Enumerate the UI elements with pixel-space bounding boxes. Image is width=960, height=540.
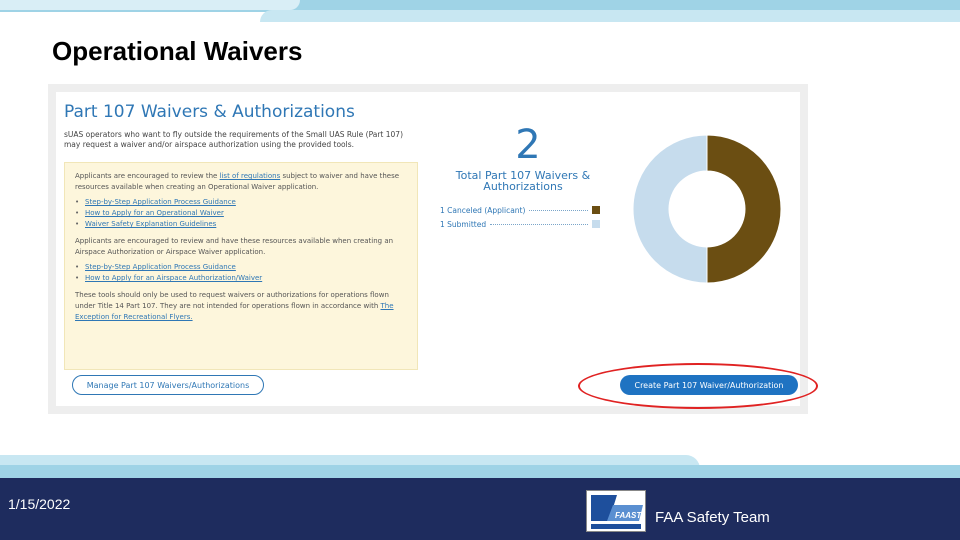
info-paragraph-3: These tools should only be used to reque… <box>75 290 407 323</box>
operational-resources-list: Step-by-Step Application Process Guidanc… <box>75 197 407 230</box>
status-donut-chart <box>632 134 782 284</box>
top-band-curve <box>0 0 300 10</box>
legend-leader <box>529 209 588 211</box>
legend-canceled: 1 Canceled (Applicant) <box>440 204 600 216</box>
legend-label: 1 Canceled (Applicant) <box>440 205 526 215</box>
faast-logo-icon: FAAST <box>587 491 645 531</box>
resource-link[interactable]: Step-by-Step Application Process Guidanc… <box>75 197 407 208</box>
resource-link[interactable]: Step-by-Step Application Process Guidanc… <box>75 262 407 273</box>
waivers-card: Part 107 Waivers & Authorizations sUAS o… <box>56 92 800 406</box>
donut-slice <box>632 134 708 284</box>
info-paragraph-2: Applicants are encouraged to review and … <box>75 237 394 256</box>
top-decorative-band <box>0 0 960 24</box>
total-count: 2 <box>515 122 541 168</box>
slide-title: Operational Waivers <box>52 36 303 66</box>
resource-link[interactable]: How to Apply for an Airspace Authorizati… <box>75 273 407 284</box>
info-p3-text: These tools should only be used to reque… <box>75 291 389 310</box>
footer-bar: 1/15/2022 FAAST FAA Safety Team <box>0 478 960 540</box>
slide-date: 1/15/2022 <box>8 496 71 512</box>
intro-text: sUAS operators who want to fly outside t… <box>64 130 403 149</box>
card-heading: Part 107 Waivers & Authorizations <box>64 102 355 122</box>
manage-waivers-button[interactable]: Manage Part 107 Waivers/Authorizations <box>72 375 264 395</box>
bottom-decorative-band <box>0 455 960 479</box>
resource-link[interactable]: How to Apply for an Operational Waiver <box>75 208 407 219</box>
bottom-band-stripe <box>0 465 960 479</box>
total-label: Total Part 107 Waivers & Authorizations <box>455 169 591 193</box>
info-paragraph-1: Applicants are encouraged to review the … <box>75 171 407 193</box>
airspace-resources-list: Step-by-Step Application Process Guidanc… <box>75 262 407 284</box>
info-box: Applicants are encouraged to review the … <box>64 162 418 370</box>
legend-label: 1 Submitted <box>440 219 487 229</box>
org-name: FAA Safety Team <box>655 509 770 526</box>
donut-slice <box>706 134 782 284</box>
legend-swatch <box>592 220 600 228</box>
info-p1-text: Applicants are encouraged to review the <box>75 172 220 180</box>
faast-logo: FAAST <box>586 490 646 532</box>
legend-leader <box>490 223 588 225</box>
highlight-annotation <box>578 363 818 409</box>
top-band-light-stripe <box>260 10 960 22</box>
legend-submitted: 1 Submitted <box>440 218 600 230</box>
legend-swatch <box>592 206 600 214</box>
svg-text:FAAST: FAAST <box>615 511 642 520</box>
resource-link[interactable]: Waiver Safety Explanation Guidelines <box>75 219 407 230</box>
regulations-link[interactable]: list of regulations <box>220 172 281 180</box>
